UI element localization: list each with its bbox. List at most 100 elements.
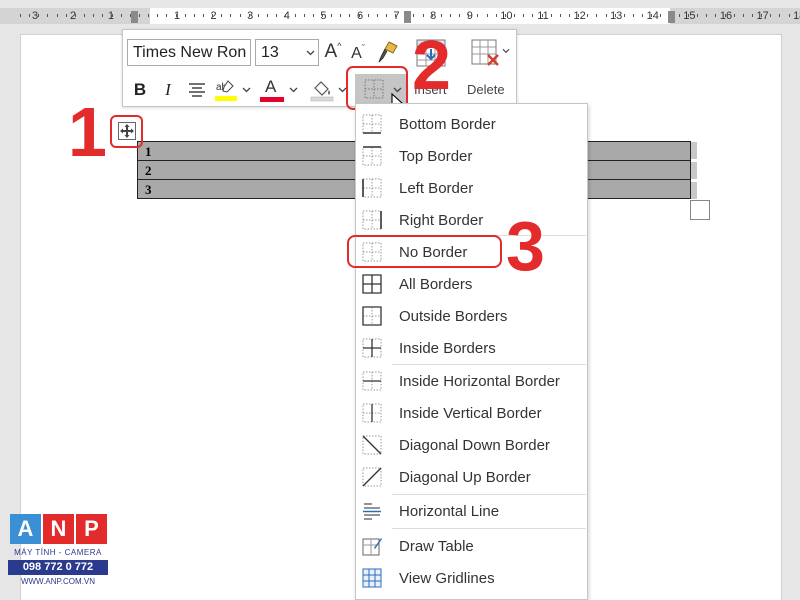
highlight-button[interactable]: ab xyxy=(213,76,239,104)
ruler-tick xyxy=(560,14,561,17)
shrink-font-icon: A xyxy=(351,45,362,62)
end-of-row-marker xyxy=(691,182,697,199)
shading-button[interactable] xyxy=(309,76,335,104)
menu-item-label: Diagonal Down Border xyxy=(399,436,550,454)
menu-item-diagonal-down-border[interactable]: Diagonal Down Border xyxy=(356,430,587,460)
menu-item-inside-horizontal-border[interactable]: Inside Horizontal Border xyxy=(356,366,587,396)
ruler-tick xyxy=(413,14,414,17)
right-border-icon xyxy=(362,210,382,230)
logo-website: WWW.ANP.COM.VN xyxy=(20,577,96,586)
ruler-tick xyxy=(496,14,497,17)
menu-item-draw-table[interactable]: Draw Table xyxy=(356,531,587,561)
italic-button[interactable]: I xyxy=(157,78,179,102)
ruler-tick xyxy=(514,14,515,17)
ruler-tick xyxy=(487,14,488,17)
logo-phone: 098 772 0 772 xyxy=(8,560,108,575)
ruler-tick xyxy=(230,14,231,17)
ruler-tick xyxy=(395,14,396,17)
ruler-tick xyxy=(624,14,625,17)
chevron-down-icon xyxy=(242,87,250,93)
ruler-margin-marker xyxy=(131,11,138,23)
font-color-dropdown[interactable] xyxy=(287,84,299,96)
ruler-number: 9 xyxy=(466,10,473,22)
grow-font-icon: A xyxy=(324,41,338,62)
font-size-field[interactable]: 13 xyxy=(255,39,319,66)
menu-item-left-border[interactable]: Left Border xyxy=(356,173,587,203)
shrink-font-button[interactable]: Aˇ xyxy=(347,41,369,67)
ruler-number: 3 xyxy=(247,10,254,22)
menu-item-bottom-border[interactable]: Bottom Border xyxy=(356,109,587,139)
menu-item-right-border[interactable]: Right Border xyxy=(356,205,587,235)
chevron-down-icon[interactable] xyxy=(302,40,318,65)
font-color-button[interactable]: A xyxy=(259,76,285,104)
table-resize-handle[interactable] xyxy=(690,200,710,220)
ruler-tick xyxy=(789,14,790,17)
format-painter-button[interactable] xyxy=(373,38,401,66)
delete-label: Delete xyxy=(467,82,505,97)
menu-item-view-gridlines[interactable]: View Gridlines xyxy=(356,563,587,593)
ruler-tick xyxy=(66,14,67,17)
delete-button[interactable] xyxy=(468,34,510,72)
menu-item-outside-borders[interactable]: Outside Borders xyxy=(356,301,587,331)
highlight-dropdown[interactable] xyxy=(240,84,252,96)
ruler-tick xyxy=(121,14,122,17)
menu-item-all-borders[interactable]: All Borders xyxy=(356,269,587,299)
ruler-tick xyxy=(340,14,341,17)
font-color-icon: A xyxy=(265,77,277,96)
menu-item-top-border[interactable]: Top Border xyxy=(356,141,587,171)
ruler-number: 1 xyxy=(173,10,181,22)
menu-item-label: Left Border xyxy=(399,179,474,197)
menu-item-label: Horizontal Line xyxy=(399,502,500,520)
menu-item-label: Top Border xyxy=(399,147,473,165)
menu-item-inside-borders[interactable]: Inside Borders xyxy=(356,333,587,363)
inside-borders-icon xyxy=(362,338,382,358)
ruler-tick xyxy=(715,14,716,17)
ruler-number: 15 xyxy=(683,10,696,22)
center-align-button[interactable] xyxy=(185,78,209,102)
menu-item-label: Outside Borders xyxy=(399,307,508,325)
ruler-tick xyxy=(633,14,634,17)
menu-item-label: Inside Horizontal Border xyxy=(399,372,560,390)
all-borders-icon xyxy=(362,274,382,294)
ruler-tick xyxy=(660,14,661,17)
menu-item-horizontal-line[interactable]: Horizontal Line xyxy=(356,496,587,526)
ruler-tick xyxy=(212,14,213,17)
ruler-tick xyxy=(304,14,305,17)
ruler-number: 11 xyxy=(536,10,550,22)
ruler-tick xyxy=(441,14,442,17)
step3-highlight xyxy=(347,235,502,268)
grow-font-button[interactable]: A ^ xyxy=(322,39,344,65)
bold-button[interactable]: B xyxy=(129,78,151,102)
menu-item-inside-vertical-border[interactable]: Inside Vertical Border xyxy=(356,398,587,428)
ruler-tick xyxy=(258,14,259,17)
ruler-number: 5 xyxy=(320,10,327,22)
ruler-tick xyxy=(743,14,744,17)
ruler-tick xyxy=(725,14,726,17)
menu-item-label: Right Border xyxy=(399,211,484,229)
italic-label: I xyxy=(165,80,171,99)
ruler-tick xyxy=(734,14,735,17)
horizontal-ruler[interactable]: 321123456789101112131415161718 xyxy=(0,0,800,28)
ruler-tick xyxy=(240,14,241,17)
ruler-tick xyxy=(532,14,533,17)
ruler-number: 4 xyxy=(283,10,290,22)
ruler-tick xyxy=(29,14,30,17)
ruler-tick xyxy=(368,14,369,17)
menu-separator xyxy=(392,494,586,495)
outside-borders-icon xyxy=(362,306,382,326)
chevron-down-icon xyxy=(289,87,297,93)
ruler-tick xyxy=(84,14,85,17)
ruler-number: 10 xyxy=(500,10,513,22)
center-align-icon xyxy=(189,83,205,97)
inside-vertical-border-icon xyxy=(362,403,382,423)
chevron-down-icon[interactable] xyxy=(502,48,510,54)
ruler-tick xyxy=(285,14,286,17)
ruler-tick xyxy=(359,14,360,17)
menu-item-diagonal-up-border[interactable]: Diagonal Up Border xyxy=(356,462,587,492)
ruler-tick xyxy=(523,14,524,17)
step2-label: 2 xyxy=(412,26,451,104)
ruler-tick xyxy=(752,14,753,17)
font-name-field[interactable]: Times New Ron xyxy=(127,39,251,66)
ruler-tick xyxy=(432,14,433,17)
top-border-icon xyxy=(362,146,382,166)
